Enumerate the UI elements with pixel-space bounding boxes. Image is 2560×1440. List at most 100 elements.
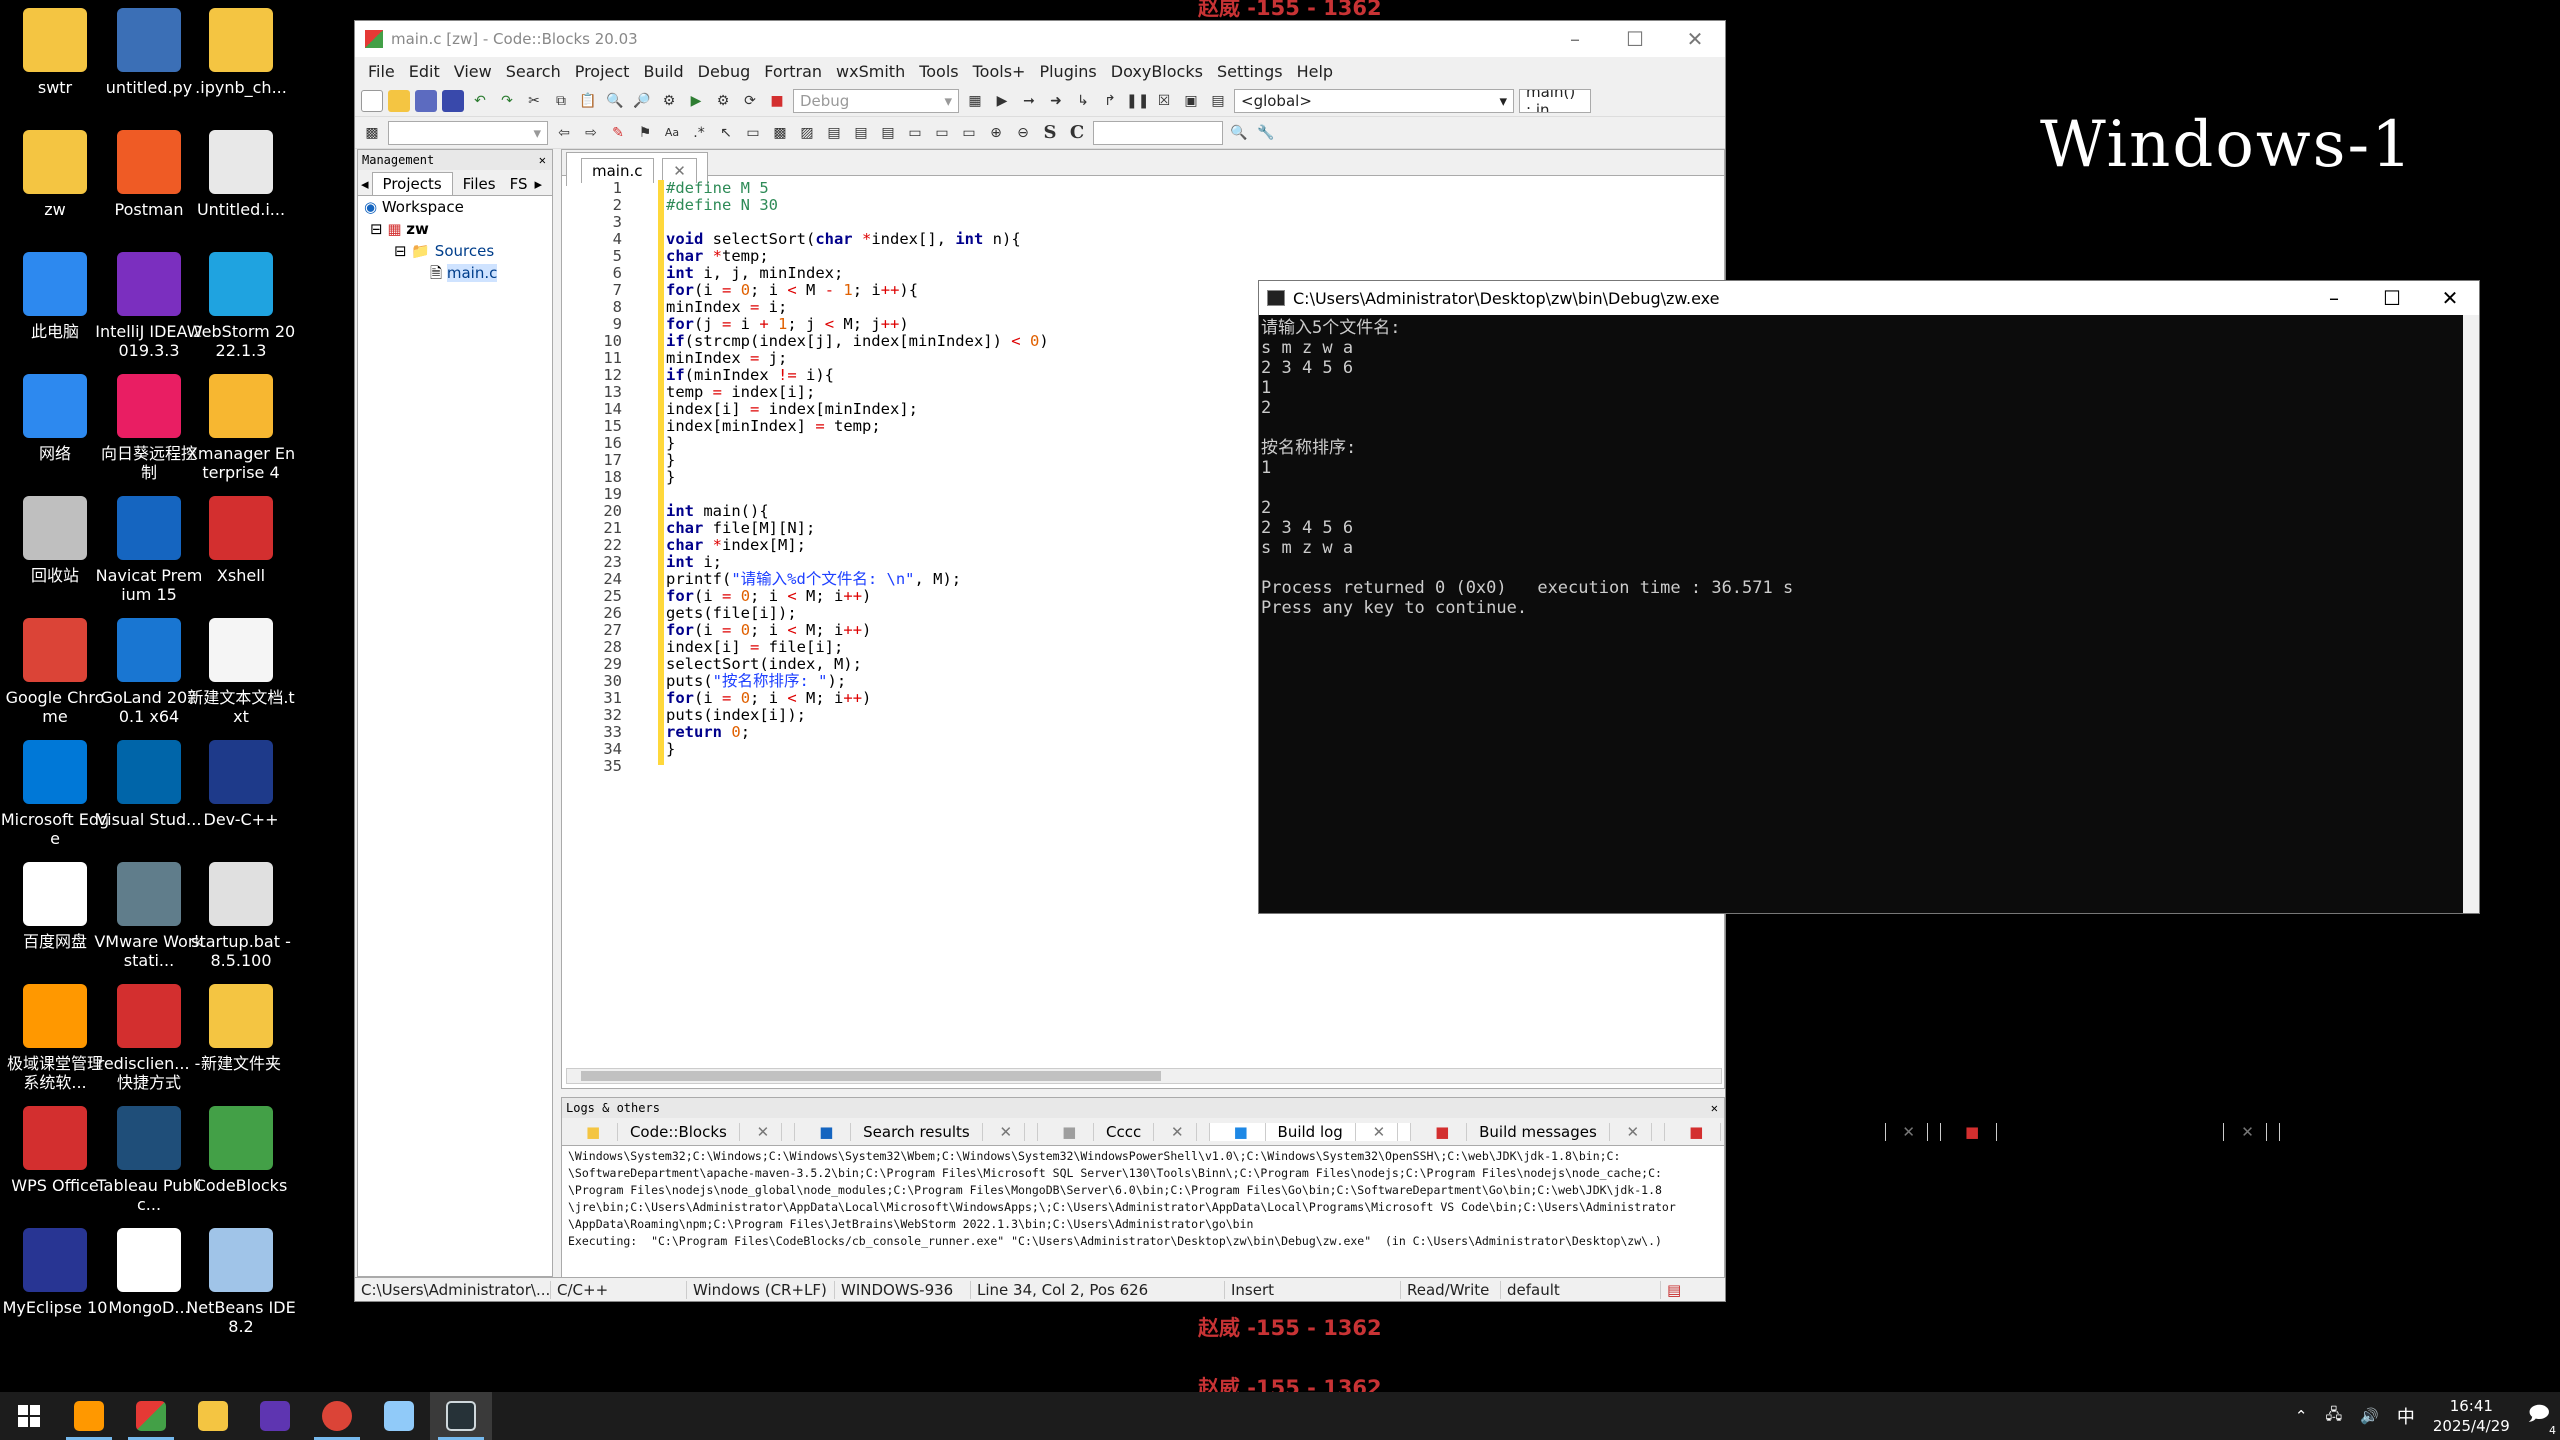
console-maximize-button[interactable]: ☐ xyxy=(2363,286,2421,310)
widget3-icon[interactable]: ▤ xyxy=(823,122,845,144)
log-tab[interactable]: ■ Build log ✕ xyxy=(1209,1122,1412,1141)
console-titlebar[interactable]: C:\Users\Administrator\Desktop\zw\bin\De… xyxy=(1259,281,2479,315)
taskbar-app-classroom[interactable] xyxy=(58,1392,120,1440)
widget1-icon[interactable]: ▩ xyxy=(769,122,791,144)
menu-item[interactable]: Search xyxy=(499,62,568,81)
c-icon[interactable]: C xyxy=(1066,122,1088,144)
editor-hscrollbar[interactable] xyxy=(566,1068,1722,1084)
run-icon[interactable]: ▶ xyxy=(685,90,707,112)
start-button[interactable] xyxy=(0,1392,58,1440)
console-output[interactable]: 请输入5个文件名: s m z w a2 3 4 5 6 1 2 按名称排序: 1 2 2 3… xyxy=(1259,315,2479,621)
pointer-icon[interactable]: ↖ xyxy=(715,122,737,144)
notification-icon[interactable]: 🗩 4 xyxy=(2528,1399,2556,1437)
rebuild-icon[interactable]: ⟳ xyxy=(739,90,761,112)
redo-icon[interactable]: ↷ xyxy=(496,90,518,112)
open-icon[interactable] xyxy=(388,89,410,112)
network-icon[interactable]: 🖧 xyxy=(2325,1404,2342,1429)
codeblocks-titlebar[interactable]: main.c [zw] - Code::Blocks 20.03 – ☐ ✕ xyxy=(355,21,1725,57)
widget4-icon[interactable]: ▤ xyxy=(850,122,872,144)
hscroll-thumb[interactable] xyxy=(581,1071,1161,1081)
search-combo[interactable]: ▾ xyxy=(388,120,548,145)
log-tab-close-icon[interactable]: ✕ xyxy=(1154,1122,1197,1141)
cut-icon[interactable]: ✂ xyxy=(523,90,545,112)
clock[interactable]: 16:41 2025/4/29 xyxy=(2433,1396,2510,1436)
tree-workspace[interactable]: ◉ Workspace xyxy=(358,196,552,218)
menu-item[interactable]: Tools xyxy=(912,62,965,81)
menu-item[interactable]: DoxyBlocks xyxy=(1104,62,1210,81)
menu-item[interactable]: Help xyxy=(1290,62,1340,81)
widget8-icon[interactable]: ▭ xyxy=(958,122,980,144)
debug-step-icon[interactable]: ➞ xyxy=(1018,90,1040,112)
debug-pause-icon[interactable]: ❚❚ xyxy=(1126,90,1149,112)
widget6-icon[interactable]: ▭ xyxy=(904,122,926,144)
menu-item[interactable]: File xyxy=(361,62,402,81)
rect-icon[interactable]: ▭ xyxy=(742,122,764,144)
save-all-icon[interactable] xyxy=(442,89,464,112)
build-target-select[interactable]: Debug ▾ xyxy=(793,88,959,113)
target-options-icon[interactable]: ▦ xyxy=(964,90,986,112)
log-tab[interactable]: ■ Search results ✕ xyxy=(795,1122,1039,1141)
log-tab[interactable]: ■ Code::Blocks ✕ xyxy=(562,1122,796,1141)
jump-icon[interactable]: ▩ xyxy=(361,122,383,144)
debug-stepin-icon[interactable]: ↳ xyxy=(1072,90,1094,112)
tab-arrow-right[interactable]: ▸ xyxy=(531,173,545,195)
tab-fs[interactable]: FS xyxy=(506,173,532,195)
menu-item[interactable]: Settings xyxy=(1210,62,1290,81)
menu-item[interactable]: Build xyxy=(636,62,690,81)
log-tab-close-icon[interactable]: ✕ xyxy=(1609,1122,1653,1141)
log-tab-close-icon[interactable]: ✕ xyxy=(2224,1122,2267,1141)
abort-icon[interactable]: ■ xyxy=(766,90,788,112)
desktop-icon[interactable]: WebStorm 2022.1.3 xyxy=(186,248,296,366)
menu-item[interactable]: Tools+ xyxy=(966,62,1033,81)
taskbar-app-chrome[interactable] xyxy=(306,1392,368,1440)
volume-icon[interactable]: 🔊 xyxy=(2360,1407,2379,1425)
wrench-icon[interactable]: 🔧 xyxy=(1255,122,1277,144)
menu-item[interactable]: wxSmith xyxy=(829,62,912,81)
desktop-icon[interactable]: startup.bat - 8.5.100 xyxy=(186,858,296,976)
taskbar-app-explorer[interactable] xyxy=(182,1392,244,1440)
desktop-icon[interactable]: Untitled.i... xyxy=(186,126,296,244)
menu-item[interactable]: View xyxy=(447,62,499,81)
debug-stop-icon[interactable]: ☒ xyxy=(1153,90,1175,112)
undo-icon[interactable]: ↶ xyxy=(469,90,491,112)
close-button[interactable]: ✕ xyxy=(1665,27,1725,51)
desktop-icon[interactable]: CodeBlocks xyxy=(186,1102,296,1220)
tree-project-zw[interactable]: ⊟ ▦ zw xyxy=(358,218,552,240)
minimize-button[interactable]: – xyxy=(1545,27,1605,51)
log-tab[interactable]: ■ Build messages ✕ xyxy=(1411,1122,1666,1141)
console-window[interactable]: C:\Users\Administrator\Desktop\zw\bin\De… xyxy=(1258,280,2480,914)
widget7-icon[interactable]: ▭ xyxy=(931,122,953,144)
save-icon[interactable] xyxy=(415,89,437,112)
console-scrollbar[interactable] xyxy=(2463,315,2479,913)
widget5-icon[interactable]: ▤ xyxy=(877,122,899,144)
regex-icon[interactable]: .* xyxy=(688,122,710,144)
taskbar-app-notes[interactable] xyxy=(368,1392,430,1440)
desktop-icon[interactable]: Xmanager Enterprise 4 xyxy=(186,370,296,488)
debug-stepout-icon[interactable]: ↱ xyxy=(1099,90,1121,112)
menu-item[interactable]: Edit xyxy=(402,62,447,81)
debug-next-icon[interactable]: ➜ xyxy=(1045,90,1067,112)
desktop-icon[interactable]: 新建文本文档.txt xyxy=(186,614,296,732)
taskbar-app-codeblocks[interactable] xyxy=(120,1392,182,1440)
forward-icon[interactable]: ⇨ xyxy=(580,122,602,144)
desktop-icon[interactable]: .ipynb_ch... xyxy=(186,4,296,122)
console-minimize-button[interactable]: – xyxy=(2305,286,2363,310)
log-tab-close-icon[interactable]: ✕ xyxy=(739,1122,783,1141)
highlight-icon[interactable]: ✎ xyxy=(607,122,629,144)
log-tab[interactable]: ■ CppCheck/Vera++ messag ✕ xyxy=(1941,1122,2280,1141)
zoom-in-icon[interactable]: ⊕ xyxy=(985,122,1007,144)
tab-arrow-left[interactable]: ◂ xyxy=(358,173,372,195)
log-tab-close-icon[interactable]: ✕ xyxy=(982,1122,1026,1141)
replace-icon[interactable]: 🔎 xyxy=(631,90,653,112)
debug-run-icon[interactable]: ▶ xyxy=(991,90,1013,112)
find-next-icon[interactable]: 🔍 xyxy=(1228,122,1250,144)
abc-icon[interactable]: Aa xyxy=(661,122,683,144)
menu-item[interactable]: Debug xyxy=(691,62,758,81)
zoom-out-icon[interactable]: ⊖ xyxy=(1012,122,1034,144)
log-tab[interactable]: ■ CppCheck/Vera++ ✕ xyxy=(1665,1122,1941,1141)
bookmark-icon[interactable]: ⚑ xyxy=(634,122,656,144)
tab-files[interactable]: Files xyxy=(453,173,506,195)
copy-icon[interactable]: ⧉ xyxy=(550,90,572,112)
menu-item[interactable]: Project xyxy=(568,62,637,81)
back-icon[interactable]: ⇦ xyxy=(553,122,575,144)
